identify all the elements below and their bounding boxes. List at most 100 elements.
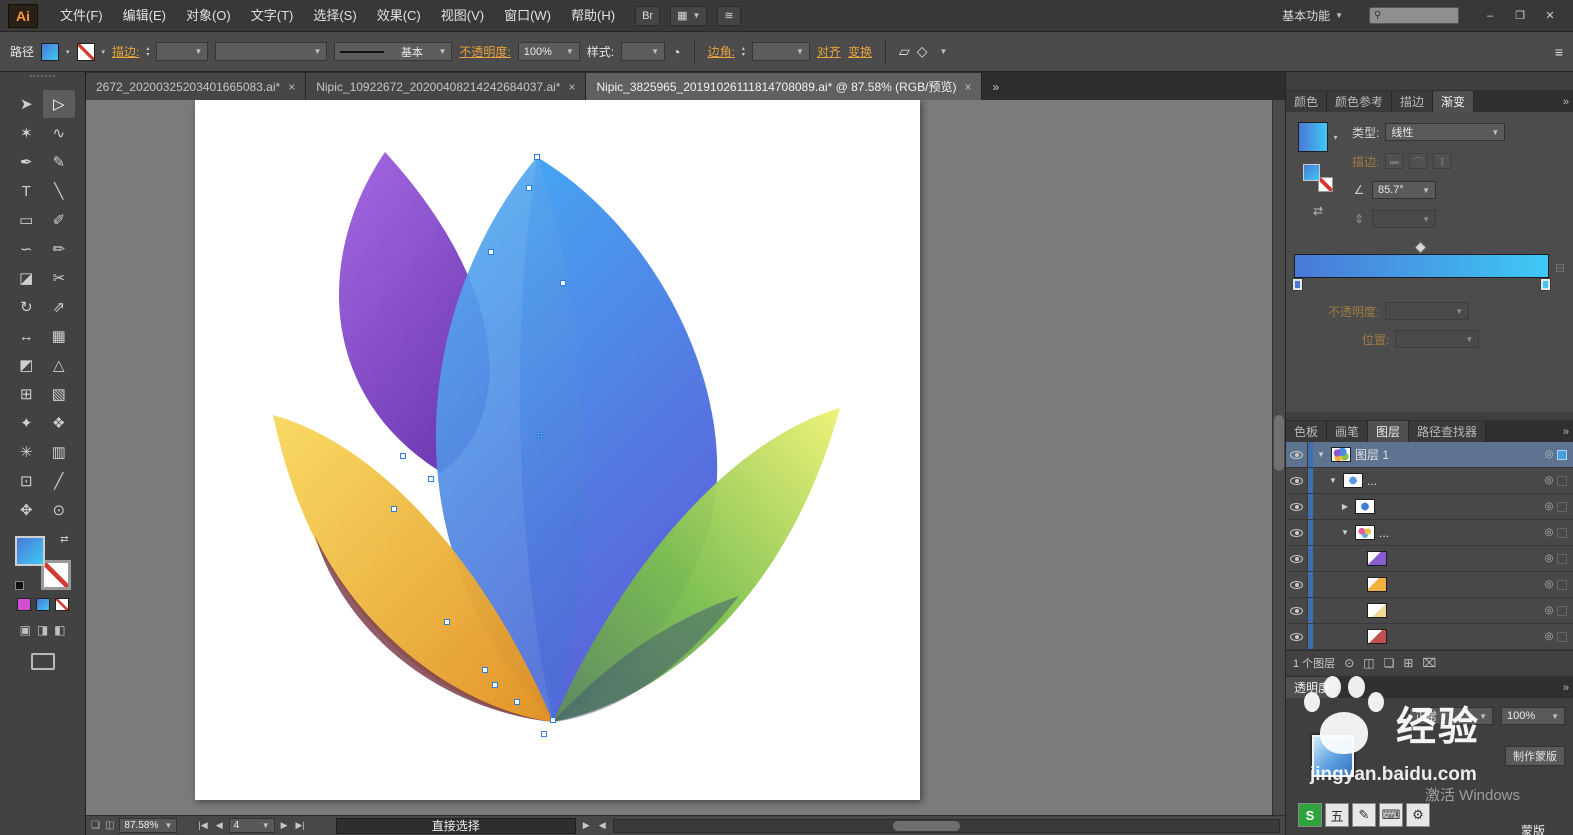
eyedropper-tool[interactable]: ✦ [10, 409, 43, 437]
width-tool[interactable]: ↔ [10, 322, 43, 350]
layer-row[interactable]: ▼ 图层 1 ◎ [1286, 442, 1573, 468]
status-icon-b[interactable]: ◫ [105, 820, 114, 831]
scale-tool[interactable]: ⇗ [43, 293, 76, 321]
shaper-tool[interactable]: ∽ [10, 235, 43, 263]
stop-location-field[interactable]: ▼ [1395, 330, 1480, 348]
document-tab[interactable]: Nipic_10922672_20200408214242684037.ai* … [306, 73, 587, 100]
window-button[interactable]: ❐ [1505, 5, 1535, 27]
direct-selection-tool[interactable]: ▷ [42, 90, 75, 118]
stop-opacity-field[interactable]: ▼ [1385, 302, 1470, 320]
corner-select[interactable]: ▼ [751, 42, 810, 61]
fill-proxy-icon[interactable] [1303, 164, 1320, 181]
curvature-tool[interactable]: ✎ [43, 148, 76, 176]
visibility-toggle[interactable] [1286, 494, 1308, 519]
hand-tool[interactable]: ✥ [10, 496, 43, 524]
paintbrush-tool[interactable]: ✐ [43, 206, 76, 234]
draw-inside-icon[interactable]: ◧ [54, 623, 65, 637]
corner-link[interactable]: 边角: [708, 43, 735, 60]
layer-row[interactable]: ◎ [1286, 572, 1573, 598]
new-layer-icon[interactable]: ⊞ [1403, 656, 1413, 670]
stroke-gradient-along-icon[interactable]: ⌒ [1409, 153, 1428, 169]
panel-collapse-icon[interactable]: » [1563, 682, 1569, 698]
tab-transparency[interactable]: 透明度 [1286, 677, 1340, 698]
mesh-tool[interactable]: ⊞ [10, 380, 43, 408]
layer-thumbnail[interactable] [1367, 603, 1387, 618]
transform-link[interactable]: 变换 [848, 43, 872, 60]
target-icon[interactable]: ◎ [1541, 553, 1557, 564]
stroke-weight-link[interactable]: 描边: [112, 43, 139, 60]
previous-artboard-button[interactable]: ◀ [214, 820, 225, 831]
horizontal-scrollbar-thumb[interactable] [893, 820, 960, 831]
symbol-sprayer-tool[interactable]: ✳ [10, 438, 43, 466]
magic-wand-tool[interactable]: ✶ [10, 119, 43, 147]
locate-object-icon[interactable]: ⊙ [1344, 656, 1354, 670]
document-tab[interactable]: 2672_20200325203401665083.ai* × [86, 73, 307, 100]
type-tool[interactable]: T [10, 177, 43, 205]
panel-tab[interactable]: 颜色参考 [1327, 91, 1393, 112]
new-sublayer-icon[interactable]: ❏ [1384, 656, 1395, 670]
eraser-tool[interactable]: ◪ [10, 264, 43, 292]
line-segment-tool[interactable]: ╲ [43, 177, 76, 205]
menu-item[interactable]: 对象(O) [176, 0, 241, 32]
menu-item[interactable]: 文件(F) [50, 0, 113, 32]
default-fill-stroke-icon[interactable] [14, 581, 24, 590]
object-thumbnail[interactable] [1312, 735, 1354, 777]
corner-stepper[interactable]: ▴ ▾ [742, 46, 745, 58]
align-link[interactable]: 对齐 [817, 43, 841, 60]
blend-mode-select[interactable]: 正常 ▼ [1409, 707, 1493, 725]
layer-thumbnail[interactable] [1355, 525, 1375, 540]
layer-thumbnail[interactable] [1331, 447, 1351, 462]
pen-tool[interactable]: ✒ [10, 148, 43, 176]
ime-icon[interactable]: S [1298, 803, 1322, 827]
expand-toggle-icon[interactable]: ▶ [1339, 502, 1351, 511]
toolbar-drag-handle[interactable] [30, 75, 55, 87]
target-icon[interactable]: ◎ [1541, 579, 1557, 590]
menu-item[interactable]: 视图(V) [431, 0, 494, 32]
stroke-color-swatch[interactable] [76, 42, 95, 61]
chevron-down-icon[interactable]: ▾ [66, 48, 70, 56]
layer-label[interactable]: ... [1367, 474, 1541, 488]
layer-row[interactable]: ◎ [1286, 546, 1573, 572]
fill-color-swatch[interactable] [41, 42, 60, 61]
tab-close-icon[interactable]: × [568, 80, 575, 94]
layer-label[interactable]: 图层 1 [1355, 446, 1541, 463]
perspective-grid-tool[interactable]: △ [43, 351, 76, 379]
gradient-stop-end[interactable] [1539, 278, 1551, 291]
panel-collapse-icon[interactable]: » [1563, 426, 1569, 442]
gradient-type-select[interactable]: 线性 ▼ [1385, 123, 1506, 141]
gradient-angle-field[interactable]: 85.7° ▼ [1372, 181, 1436, 199]
expand-toggle-icon[interactable]: ▼ [1315, 450, 1327, 459]
stroke-proxy-icon[interactable] [1318, 177, 1333, 192]
canvas[interactable]: ❏ ◫ 87.58% ▼ |◀ ◀ 4 ▼ ▶ ▶| 直接选择 ▶ ◀ [86, 100, 1285, 835]
hscroll-left-icon[interactable]: ◀ [597, 820, 608, 831]
layer-row[interactable]: ◎ [1286, 624, 1573, 650]
menu-item[interactable]: 效果(C) [367, 0, 431, 32]
chevron-down-icon[interactable]: ▾ [1333, 133, 1337, 142]
flower-artwork[interactable] [195, 100, 920, 800]
bridge-button[interactable]: Br [635, 5, 661, 26]
layer-row[interactable]: ▼ ... ◎ [1286, 468, 1573, 494]
gradient-slider[interactable] [1292, 241, 1551, 291]
visibility-toggle[interactable] [1286, 442, 1308, 467]
panel-tab[interactable]: 画笔 [1327, 421, 1369, 442]
draw-behind-icon[interactable]: ◨ [37, 623, 48, 637]
visibility-toggle[interactable] [1286, 572, 1308, 597]
ime-icon[interactable]: ⌨ [1379, 803, 1403, 827]
vertical-scrollbar-thumb[interactable] [1274, 415, 1284, 471]
layer-thumbnail[interactable] [1343, 473, 1363, 488]
tab-overflow-icon[interactable]: » [992, 80, 999, 94]
menu-item[interactable]: 窗口(W) [494, 0, 561, 32]
expand-toggle-icon[interactable]: ▼ [1339, 528, 1351, 537]
shape-builder-tool[interactable]: ◩ [10, 351, 43, 379]
next-artboard-button[interactable]: ▶ [279, 820, 290, 831]
selection-indicator[interactable] [1557, 631, 1567, 642]
gradient-tool[interactable]: ▧ [43, 380, 76, 408]
gradient-swatch[interactable] [1298, 122, 1329, 152]
panel-tab[interactable]: 渐变 [1433, 91, 1475, 112]
ime-icon[interactable]: ✎ [1352, 803, 1376, 827]
layer-thumbnail[interactable] [1367, 577, 1387, 592]
delete-stop-icon[interactable]: ⊟ [1555, 261, 1565, 275]
chevron-down-icon[interactable]: ▼ [940, 47, 948, 56]
none-button[interactable] [54, 598, 69, 611]
window-button[interactable]: ✕ [1535, 5, 1565, 27]
